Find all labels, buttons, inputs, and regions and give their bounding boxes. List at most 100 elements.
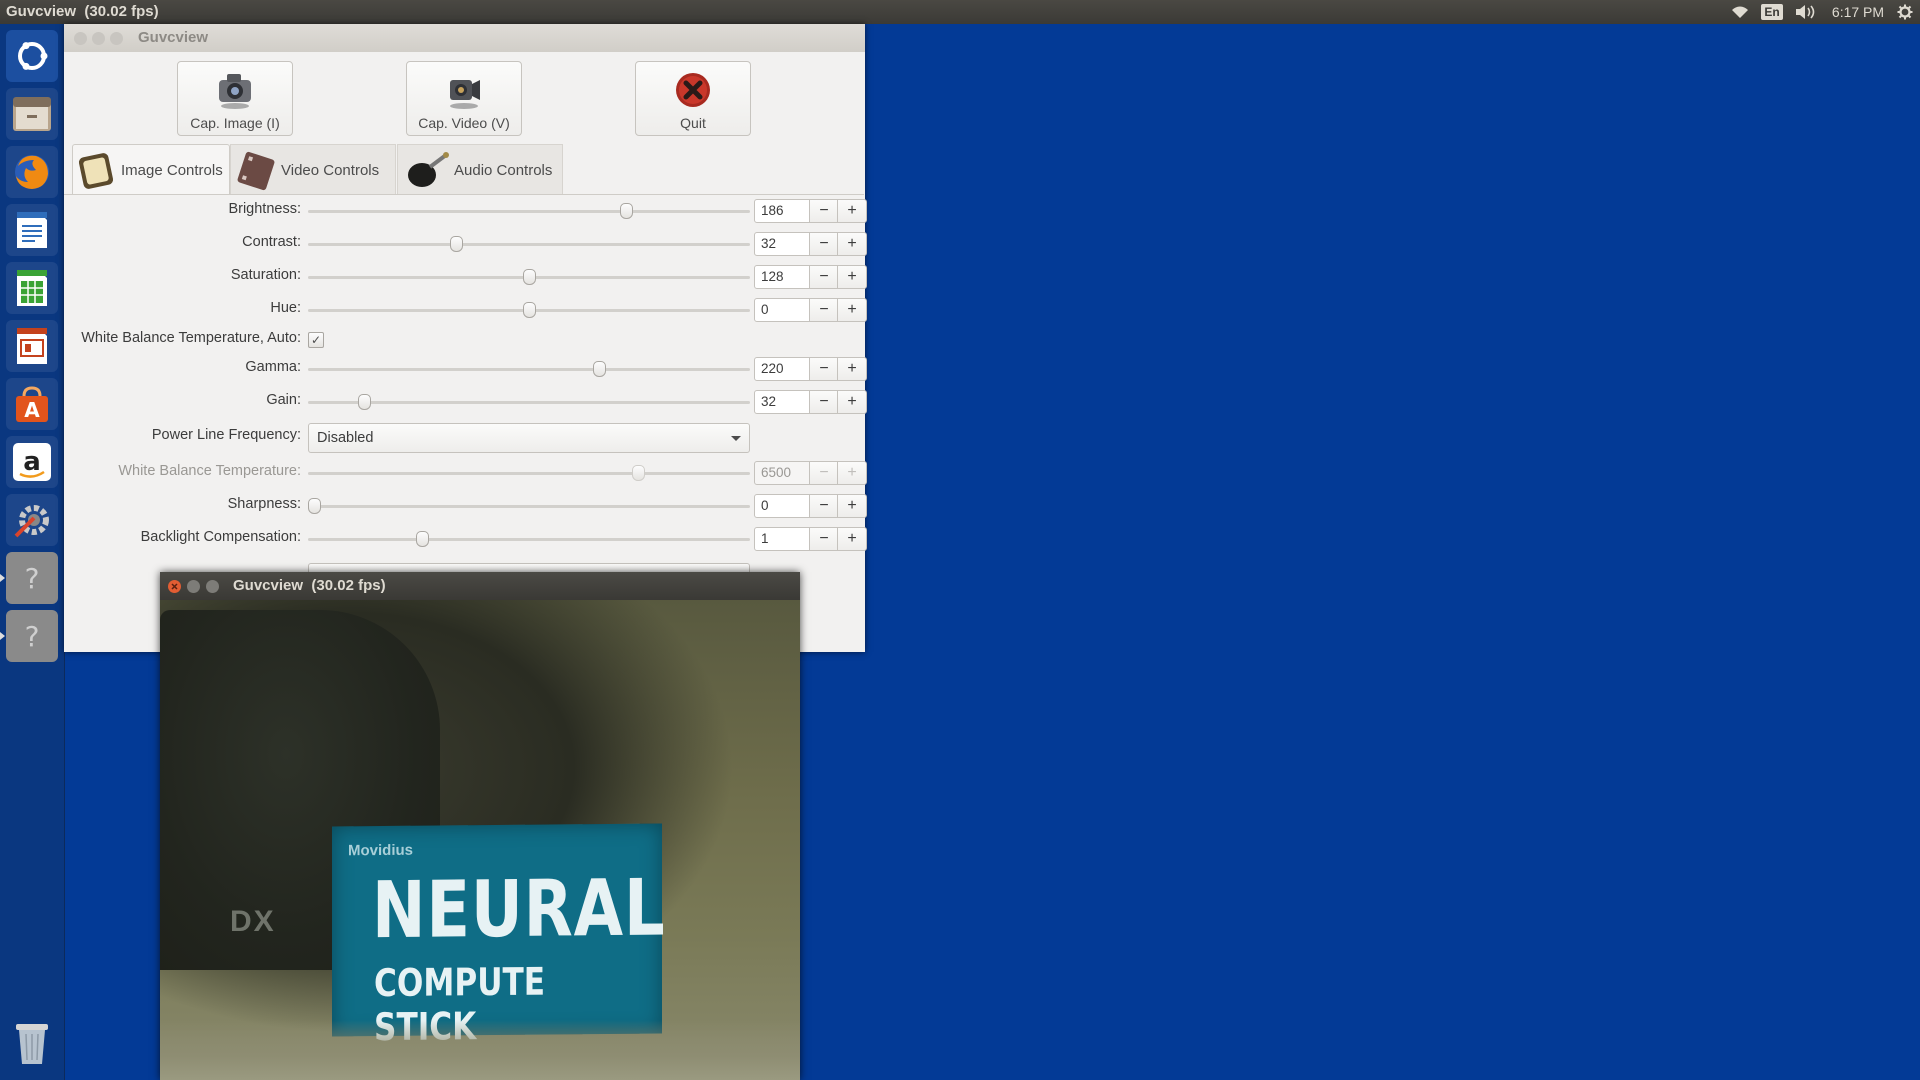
svg-text:A: A	[24, 398, 40, 422]
close-icon[interactable]	[168, 580, 181, 593]
gain-row: Gain: 32 − +	[64, 388, 867, 416]
unknown-app-icon[interactable]: ?	[0, 552, 58, 604]
brightness-spin: 186 − +	[754, 199, 867, 223]
launcher: A a ? ?	[0, 24, 65, 1080]
gamma-value-input[interactable]: 220	[754, 357, 810, 381]
calc-icon[interactable]	[6, 262, 58, 314]
gain-value-input[interactable]: 32	[754, 390, 810, 414]
maximize-icon[interactable]	[206, 580, 219, 593]
gamma-slider-thumb[interactable]	[593, 361, 606, 377]
wb-temperature-value-input: 6500	[754, 461, 810, 485]
saturation-spin: 128 − +	[754, 265, 867, 289]
minimize-icon[interactable]	[92, 32, 105, 45]
volume-icon[interactable]	[1792, 0, 1820, 24]
wb-temperature-spin: 6500 − +	[754, 461, 867, 485]
contrast-value-input[interactable]: 32	[754, 232, 810, 256]
backlight-slider-thumb[interactable]	[416, 531, 429, 547]
hue-row: Hue: 0 − +	[64, 296, 867, 324]
hue-slider-thumb[interactable]	[523, 302, 536, 318]
software-center-icon[interactable]: A	[6, 378, 58, 430]
camera-preview: DX Movidius NEURAL COMPUTE STICK	[160, 600, 800, 1080]
cap-video-button[interactable]: Cap. Video (V)	[406, 61, 522, 136]
firefox-icon[interactable]	[6, 146, 58, 198]
backlight-value-input[interactable]: 1	[754, 527, 810, 551]
control-window-titlebar[interactable]: Guvcview	[64, 24, 865, 52]
backlight-slider[interactable]	[308, 538, 750, 541]
gamma-decrease-button[interactable]: −	[809, 357, 839, 381]
writer-icon[interactable]	[6, 204, 58, 256]
close-icon[interactable]	[74, 32, 87, 45]
cap-image-button[interactable]: Cap. Image (I)	[177, 61, 293, 136]
gain-slider[interactable]	[308, 401, 750, 404]
keyboard-layout-indicator[interactable]: En	[1760, 0, 1784, 24]
backlight-increase-button[interactable]: +	[837, 527, 867, 551]
hue-decrease-button[interactable]: −	[809, 298, 839, 322]
tab-image-controls[interactable]: Image Controls	[72, 144, 230, 195]
image-controls-icon	[78, 153, 114, 189]
sharpness-value-input[interactable]: 0	[754, 494, 810, 518]
hue-value-input[interactable]: 0	[754, 298, 810, 322]
brightness-value-input[interactable]: 186	[754, 199, 810, 223]
tab-audio-controls[interactable]: Audio Controls	[397, 144, 563, 195]
power-gear-icon[interactable]	[1894, 0, 1916, 24]
amazon-icon[interactable]: a	[6, 436, 58, 488]
brightness-slider[interactable]	[308, 210, 750, 213]
brightness-slider-thumb[interactable]	[620, 203, 633, 219]
gamma-slider[interactable]	[308, 368, 750, 371]
maximize-icon[interactable]	[110, 32, 123, 45]
sharpness-slider[interactable]	[308, 505, 750, 508]
svg-text:?: ?	[25, 620, 40, 653]
brightness-decrease-button[interactable]: −	[809, 199, 839, 223]
clock[interactable]: 6:17 PM	[1828, 0, 1888, 24]
quit-button[interactable]: Quit	[635, 61, 751, 136]
video-controls-icon	[237, 151, 275, 191]
gain-decrease-button[interactable]: −	[809, 390, 839, 414]
backlight-decrease-button[interactable]: −	[809, 527, 839, 551]
saturation-slider-thumb[interactable]	[523, 269, 536, 285]
sharpness-increase-button[interactable]: +	[837, 494, 867, 518]
wifi-icon[interactable]	[1728, 0, 1752, 24]
control-window: Guvcview Cap. Image (I) Cap. Video (V) Q…	[64, 24, 867, 652]
contrast-decrease-button[interactable]: −	[809, 232, 839, 256]
unknown-app-icon-2[interactable]: ?	[0, 610, 58, 662]
image-controls-panel: Brightness: 186 − + Contrast: 32 − + Sat…	[64, 194, 867, 625]
saturation-value-input[interactable]: 128	[754, 265, 810, 289]
sharpness-row: Sharpness: 0 − +	[64, 492, 867, 520]
wb-temperature-slider-thumb	[632, 465, 645, 481]
wb-auto-checkbox[interactable]: ✓	[308, 332, 324, 348]
top-panel: Guvcview (30.02 fps) En 6:17 PM	[0, 0, 1920, 24]
ubuntu-dash-icon[interactable]	[6, 30, 58, 82]
wb-auto-row: White Balance Temperature, Auto: ✓	[64, 326, 864, 354]
gain-increase-button[interactable]: +	[837, 390, 867, 414]
hue-increase-button[interactable]: +	[837, 298, 867, 322]
trash-icon[interactable]	[6, 1018, 58, 1070]
contrast-slider-thumb[interactable]	[450, 236, 463, 252]
minimize-icon[interactable]	[187, 580, 200, 593]
video-window-titlebar[interactable]: Guvcview (30.02 fps)	[160, 572, 800, 600]
quit-icon	[676, 73, 710, 107]
gamma-increase-button[interactable]: +	[837, 357, 867, 381]
camera-icon	[219, 74, 251, 109]
backlight-row: Backlight Compensation: 1 − +	[64, 525, 867, 553]
gain-slider-thumb[interactable]	[358, 394, 371, 410]
active-window-title: Guvcview (30.02 fps)	[6, 0, 159, 24]
svg-text:?: ?	[25, 562, 40, 595]
impress-icon[interactable]	[6, 320, 58, 372]
video-preview-window: Guvcview (30.02 fps) DX Movidius NEURAL …	[160, 572, 800, 1080]
power-line-row: Power Line Frequency: Disabled	[64, 423, 864, 453]
gain-spin: 32 − +	[754, 390, 867, 414]
power-line-frequency-select[interactable]: Disabled	[308, 423, 750, 453]
contrast-increase-button[interactable]: +	[837, 232, 867, 256]
system-settings-icon[interactable]	[6, 494, 58, 546]
controls-tabs: Image Controls Video Controls Audio Cont…	[64, 144, 865, 195]
files-icon[interactable]	[6, 88, 58, 140]
neural-compute-stick-box: Movidius NEURAL COMPUTE STICK	[332, 823, 666, 1049]
contrast-spin: 32 − +	[754, 232, 867, 256]
tab-video-controls[interactable]: Video Controls	[230, 144, 396, 195]
sharpness-slider-thumb[interactable]	[308, 498, 321, 514]
saturation-increase-button[interactable]: +	[837, 265, 867, 289]
saturation-decrease-button[interactable]: −	[809, 265, 839, 289]
sharpness-decrease-button[interactable]: −	[809, 494, 839, 518]
contrast-slider[interactable]	[308, 243, 750, 246]
brightness-increase-button[interactable]: +	[837, 199, 867, 223]
